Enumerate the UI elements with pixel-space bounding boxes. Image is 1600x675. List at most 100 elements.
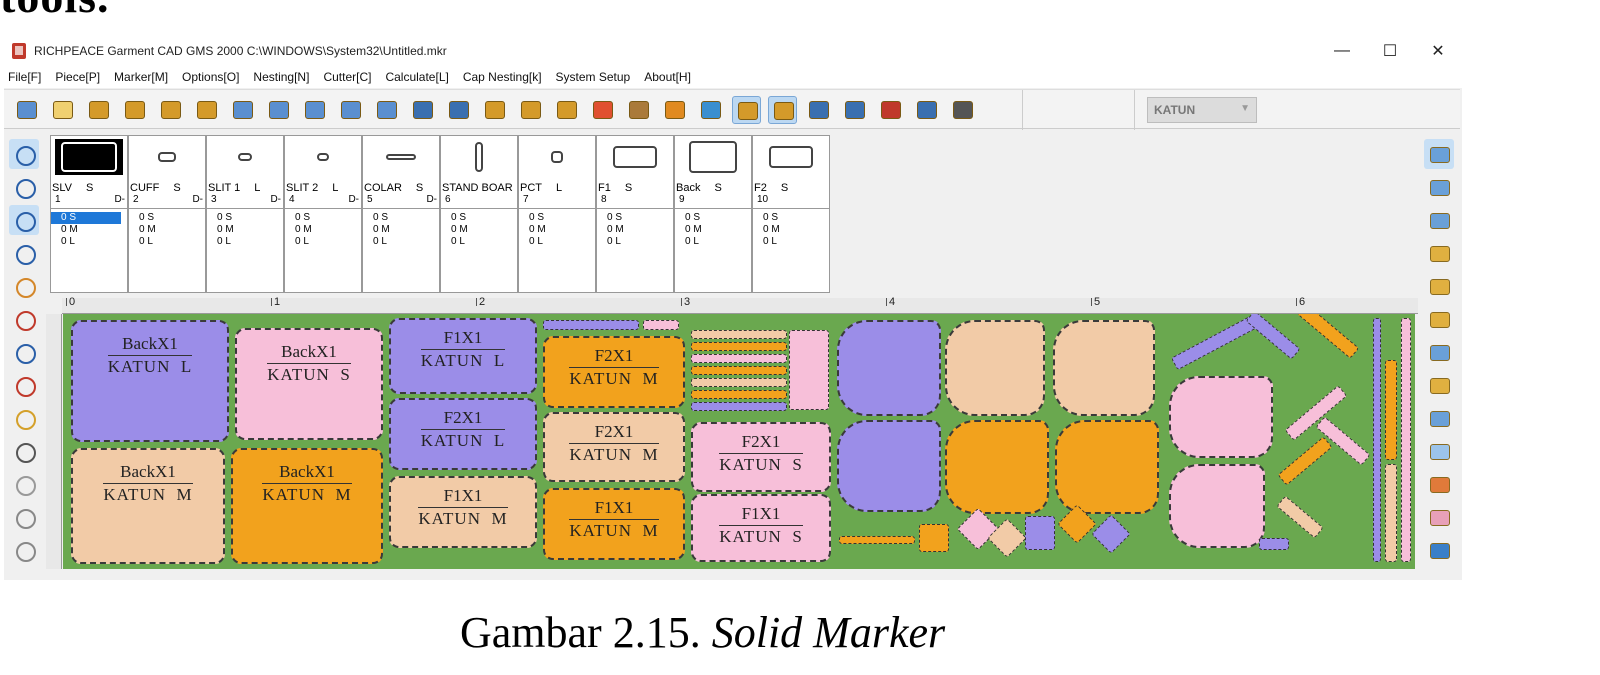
piece-shift-icon[interactable]	[1424, 370, 1454, 400]
size-row[interactable]: 0 M	[61, 224, 127, 236]
size-row[interactable]: 0 L	[607, 236, 673, 248]
size-row[interactable]: 0 M	[217, 224, 283, 236]
marker-strip[interactable]	[1401, 318, 1411, 562]
delete-icon[interactable]	[948, 96, 977, 124]
maximize-button[interactable]: ☐	[1366, 36, 1414, 66]
marker-view-icon[interactable]	[732, 96, 761, 124]
table-view-icon[interactable]	[768, 96, 797, 124]
close-button[interactable]: ✕	[1414, 36, 1462, 66]
rotate-piece-icon[interactable]	[9, 469, 39, 499]
grid-layout-icon[interactable]	[1424, 535, 1454, 565]
minimize-button[interactable]: —	[1318, 36, 1366, 66]
size-list[interactable]: 0 S0 M0 L	[597, 208, 673, 294]
menu-system-setup[interactable]: System Setup	[556, 70, 631, 84]
marker-strip[interactable]	[691, 366, 787, 375]
blank-sheet-icon[interactable]	[1424, 436, 1454, 466]
zoom-in-icon[interactable]	[1424, 172, 1454, 202]
size-row[interactable]: 0 L	[295, 236, 361, 248]
menu-piece[interactable]: Piece[P]	[55, 70, 100, 84]
zoom-fit-icon[interactable]	[9, 238, 39, 268]
marker-strip[interactable]	[691, 330, 787, 339]
size-list[interactable]: 0 S0 M0 L	[51, 208, 127, 294]
scanner-icon[interactable]	[300, 96, 329, 124]
marker-strip[interactable]	[1296, 314, 1360, 359]
marker-strip[interactable]	[691, 342, 787, 351]
marker-canvas[interactable]: BackX1 KATUN L BackX1 KATUN S F1X1 KATUN…	[63, 314, 1415, 569]
preview-icon[interactable]	[372, 96, 401, 124]
marker-piece[interactable]: BackX1 KATUN S	[235, 328, 383, 440]
diamond-icon[interactable]	[228, 96, 257, 124]
headset-icon[interactable]	[9, 436, 39, 466]
piece-card[interactable]: Back S 9 0 S0 M0 L	[674, 135, 752, 293]
select-arrow-icon[interactable]	[9, 139, 39, 169]
size-row[interactable]: 0 S	[685, 212, 751, 224]
marker-piece[interactable]	[1053, 320, 1155, 416]
marker-piece[interactable]	[1169, 376, 1273, 458]
size-row[interactable]: 0 L	[451, 236, 517, 248]
piece-card[interactable]: F2 S 10 0 S0 M0 L	[752, 135, 830, 293]
rotate-icon[interactable]	[912, 96, 941, 124]
marker-piece[interactable]: BackX1 KATUN L	[71, 320, 229, 442]
zoom-window-icon[interactable]	[9, 172, 39, 202]
menu-file[interactable]: File[F]	[8, 70, 41, 84]
marker-strip[interactable]	[1025, 516, 1055, 550]
color-piece-icon[interactable]	[9, 304, 39, 334]
undo-icon[interactable]	[408, 96, 437, 124]
layer-icon[interactable]	[1424, 469, 1454, 499]
piece-copy-icon[interactable]	[1424, 271, 1454, 301]
size-row[interactable]: 0 M	[139, 224, 205, 236]
open-folder-icon[interactable]	[12, 96, 41, 124]
marker-strip[interactable]	[1373, 318, 1381, 562]
piece-card[interactable]: F1 S 8 0 S0 M0 L	[596, 135, 674, 293]
menu-nesting[interactable]: Nesting[N]	[253, 70, 309, 84]
size-row[interactable]: 0 S	[529, 212, 595, 224]
magnifier-icon[interactable]	[9, 337, 39, 367]
size-list[interactable]: 0 S0 M0 L	[519, 208, 595, 294]
marker-piece[interactable]	[945, 320, 1045, 416]
marker-piece[interactable]: F1X1 KATUN S	[691, 494, 831, 562]
size-row[interactable]: 0 S	[295, 212, 361, 224]
size-list[interactable]: 0 S0 M0 L	[285, 208, 361, 294]
size-list[interactable]: 0 S0 M0 L	[753, 208, 829, 294]
piece-group-icon[interactable]	[1424, 304, 1454, 334]
size-row[interactable]: 0 M	[529, 224, 595, 236]
size-row[interactable]: 0 M	[685, 224, 751, 236]
zoom-in-icon[interactable]	[9, 205, 39, 235]
size-row[interactable]: 0 L	[217, 236, 283, 248]
size-row[interactable]: 0 L	[529, 236, 595, 248]
marker-strip[interactable]	[691, 390, 787, 399]
edit-icon[interactable]	[516, 96, 545, 124]
marker-piece[interactable]	[837, 320, 941, 416]
marker-piece[interactable]: F2X1 KATUN M	[543, 336, 685, 408]
zoom-out-icon[interactable]	[1424, 205, 1454, 235]
tools-icon[interactable]	[552, 96, 581, 124]
marker-piece[interactable]: F2X1 KATUN L	[389, 398, 537, 470]
marker-strip[interactable]	[691, 354, 787, 363]
circle-icon[interactable]	[588, 96, 617, 124]
size-row[interactable]: 0 L	[139, 236, 205, 248]
marker-piece[interactable]: BackX1 KATUN M	[71, 448, 225, 564]
text-icon[interactable]	[660, 96, 689, 124]
piece-stack-icon[interactable]	[1424, 238, 1454, 268]
size-row[interactable]: 0 S	[607, 212, 673, 224]
measure-icon[interactable]	[840, 96, 869, 124]
marker-piece[interactable]	[945, 420, 1049, 514]
size-list[interactable]: 0 S0 M0 L	[441, 208, 517, 294]
size-row[interactable]: 0 M	[607, 224, 673, 236]
size-row[interactable]: 0 S	[451, 212, 517, 224]
redo-icon[interactable]	[444, 96, 473, 124]
image-icon[interactable]	[696, 96, 725, 124]
size-list[interactable]: 0 S0 M0 L	[675, 208, 751, 294]
marker-strip[interactable]	[1276, 495, 1324, 539]
marker-strip[interactable]	[1259, 538, 1289, 550]
piece-card[interactable]: STAND BOAR 6 0 S0 M0 L	[440, 135, 518, 293]
size-row[interactable]: 0 L	[61, 236, 127, 248]
menu-calculate[interactable]: Calculate[L]	[385, 70, 448, 84]
marker-strip[interactable]	[1170, 315, 1258, 371]
marker-strip[interactable]	[1385, 464, 1397, 562]
open-icon[interactable]	[84, 96, 113, 124]
piece-card[interactable]: PCT L 7 0 S0 M0 L	[518, 135, 596, 293]
marker-piece[interactable]: F1X1 KATUN M	[543, 488, 685, 560]
frame-icon[interactable]	[336, 96, 365, 124]
size-row[interactable]: 0 M	[451, 224, 517, 236]
